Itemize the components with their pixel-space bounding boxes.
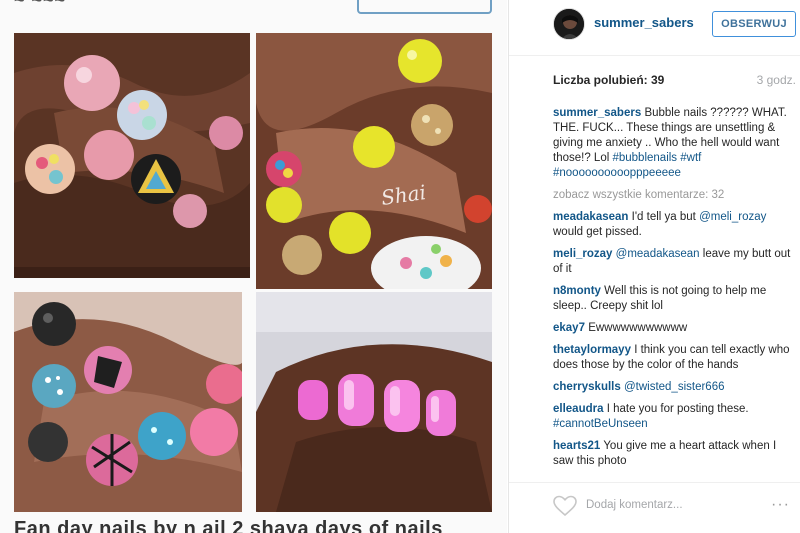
comment-username[interactable]: thetaylormayy [553,344,631,356]
comment-username[interactable]: cherryskulls [553,381,621,393]
more-options-icon[interactable]: ··· [771,496,790,514]
comment-username[interactable]: n8monty [553,285,601,297]
comment-mention[interactable]: @meadakasean [616,248,700,260]
nail-photo-3 [14,292,242,512]
comment-username[interactable]: hearts21 [553,440,600,452]
comment-footer: Dodaj komentarz... ··· [509,482,800,533]
comment-username[interactable]: ekay7 [553,322,585,334]
view-all-comments-link[interactable]: zobacz wszystkie komentarze: 32 [553,188,793,203]
top-cut-text: ~ ~~~ [14,0,67,10]
comment-username[interactable]: summer_sabers [553,107,641,119]
bottom-cut-caption: Fan day nails by n ail 2 shaya days of n… [14,518,443,533]
post-header: summer_sabers OBSERWUJ [509,0,800,56]
post-sidebar: summer_sabers OBSERWUJ Liczba polubień: … [508,0,800,533]
comment: meli_rozay @meadakasean leave my butt ou… [553,247,793,277]
comment-username[interactable]: meadakasean [553,211,628,223]
nail-photo-2: Shai [256,33,492,289]
header-username[interactable]: summer_sabers [594,15,694,30]
comment-hashtags[interactable]: #cannotBeUnseen [553,418,648,430]
comment: elleaudra I hate you for posting these. … [553,402,793,432]
comment-username[interactable]: meli_rozay [553,248,612,260]
comment-mention[interactable]: @meli_rozay [699,211,766,223]
comments-list: summer_sabers Bubble nails ?????? WHAT. … [553,106,793,478]
avatar[interactable] [553,8,585,40]
heart-icon[interactable] [553,495,577,517]
follow-button[interactable]: OBSERWUJ [712,11,796,37]
add-comment-input[interactable]: Dodaj komentarz... [586,499,683,511]
comment-text: I hate you for posting these. [606,403,749,415]
comment: thetaylormayy I think you can tell exact… [553,343,793,373]
comment-text: I'd tell ya but [631,211,696,223]
comment-username[interactable]: elleaudra [553,403,604,415]
comment-text: would get pissed. [553,226,642,238]
comment: hearts21 You give me a heart attack when… [553,439,793,469]
comment: cherryskulls @twisted_sister666 [553,380,793,395]
nail-photo-1 [14,33,250,278]
top-cut-strip: ~ ~~~ [0,0,507,14]
post-image-pane[interactable]: ~ ~~~ Shai Fan day nails by n ail 2 shay… [0,0,507,533]
top-cut-button[interactable] [357,0,492,14]
comment-caption: summer_sabers Bubble nails ?????? WHAT. … [553,106,793,181]
post-time[interactable]: 3 godz. [757,73,796,87]
likes-count[interactable]: Liczba polubień: 39 [553,73,664,87]
nail-photo-4 [256,292,492,512]
comment-text: Ewwwwwwwwwww [588,322,688,334]
comment-mention[interactable]: @twisted_sister666 [624,381,725,393]
comment: meadakasean I'd tell ya but @meli_rozay … [553,210,793,240]
comment: ekay7 Ewwwwwwwwwww [553,321,793,336]
likes-row: Liczba polubień: 39 3 godz. [553,73,796,89]
comment: n8monty Well this is not going to help m… [553,284,793,314]
